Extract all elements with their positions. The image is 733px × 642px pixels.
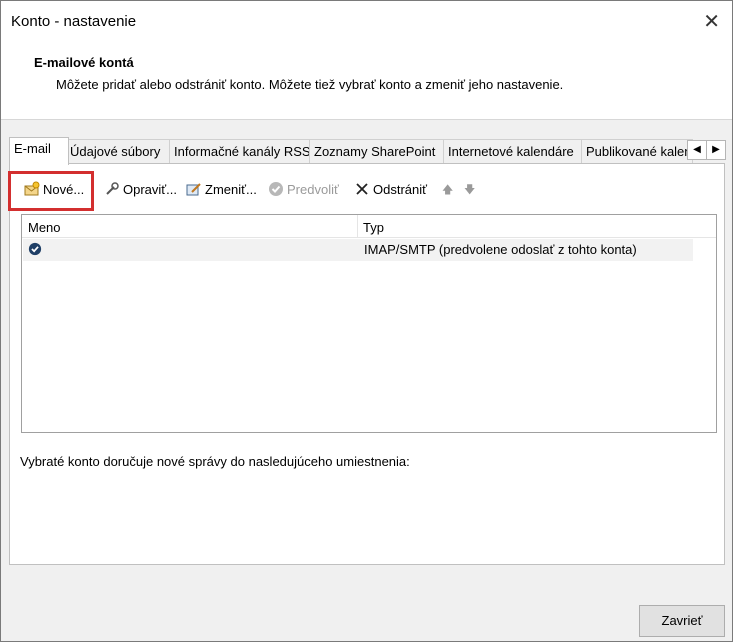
list-header: Meno Typ xyxy=(22,215,716,238)
email-tab-panel: Nové... Opraviť... Zmeniť... Predvoliť O… xyxy=(9,163,725,565)
remove-icon xyxy=(356,183,368,195)
close-icon[interactable]: ✕ xyxy=(703,9,720,34)
move-up-icon[interactable]: 🡅 xyxy=(442,180,453,200)
tab-data-files[interactable]: Údajové súbory xyxy=(65,139,175,163)
move-down-icon[interactable]: 🡇 xyxy=(464,180,475,200)
column-type[interactable]: Typ xyxy=(363,215,384,237)
repair-icon xyxy=(106,182,119,195)
column-name[interactable]: Meno xyxy=(28,215,61,237)
repair-label: Opraviť... xyxy=(123,182,177,197)
highlight-box xyxy=(8,171,94,211)
repair-button[interactable]: Opraviť... xyxy=(104,180,177,200)
tab-strip: E-mail Údajové súbory Informačné kanály … xyxy=(9,137,727,165)
account-settings-dialog: Konto - nastavenie ✕ E-mailové kontá Môž… xyxy=(0,0,733,642)
delivery-location-label: Vybraté konto doručuje nové správy do na… xyxy=(20,454,410,469)
tab-scroll-right-icon[interactable]: ▶ xyxy=(706,140,726,160)
change-label: Zmeniť... xyxy=(205,182,257,197)
change-button[interactable]: Zmeniť... xyxy=(186,180,257,200)
account-toolbar: Nové... Opraviť... Zmeniť... Predvoliť O… xyxy=(16,180,716,200)
section-title: E-mailové kontá xyxy=(34,55,134,70)
table-row[interactable]: IMAP/SMTP (predvolene odoslať z tohto ko… xyxy=(23,239,693,261)
tab-internet-calendars[interactable]: Internetové kalendáre xyxy=(443,139,587,163)
change-icon xyxy=(186,183,201,196)
account-type: IMAP/SMTP (predvolene odoslať z tohto ko… xyxy=(364,242,637,257)
remove-button[interactable]: Odstrániť xyxy=(354,180,427,200)
set-default-label: Predvoliť xyxy=(287,182,339,197)
tab-email[interactable]: E-mail xyxy=(9,137,69,165)
column-separator xyxy=(357,215,358,237)
default-account-icon xyxy=(28,239,42,261)
close-button[interactable]: Zavrieť xyxy=(639,605,725,637)
window-title: Konto - nastavenie xyxy=(11,13,137,30)
account-list: Meno Typ IMAP/SMTP (predvolene odoslať z… xyxy=(21,214,717,433)
set-default-button[interactable]: Predvoliť xyxy=(268,180,339,200)
section-description: Môžete pridať alebo odstrániť konto. Môž… xyxy=(56,77,564,92)
tab-published-calendars[interactable]: Publikované kalendáre xyxy=(581,139,693,163)
tab-scroll-left-icon[interactable]: ◀ xyxy=(687,140,707,160)
tab-sharepoint-lists[interactable]: Zoznamy SharePoint xyxy=(309,139,449,163)
set-default-icon xyxy=(269,182,283,196)
dialog-header: Konto - nastavenie ✕ E-mailové kontá Môž… xyxy=(1,1,732,120)
remove-label: Odstrániť xyxy=(373,182,428,197)
tab-rss-feeds[interactable]: Informačné kanály RSS xyxy=(169,139,315,163)
